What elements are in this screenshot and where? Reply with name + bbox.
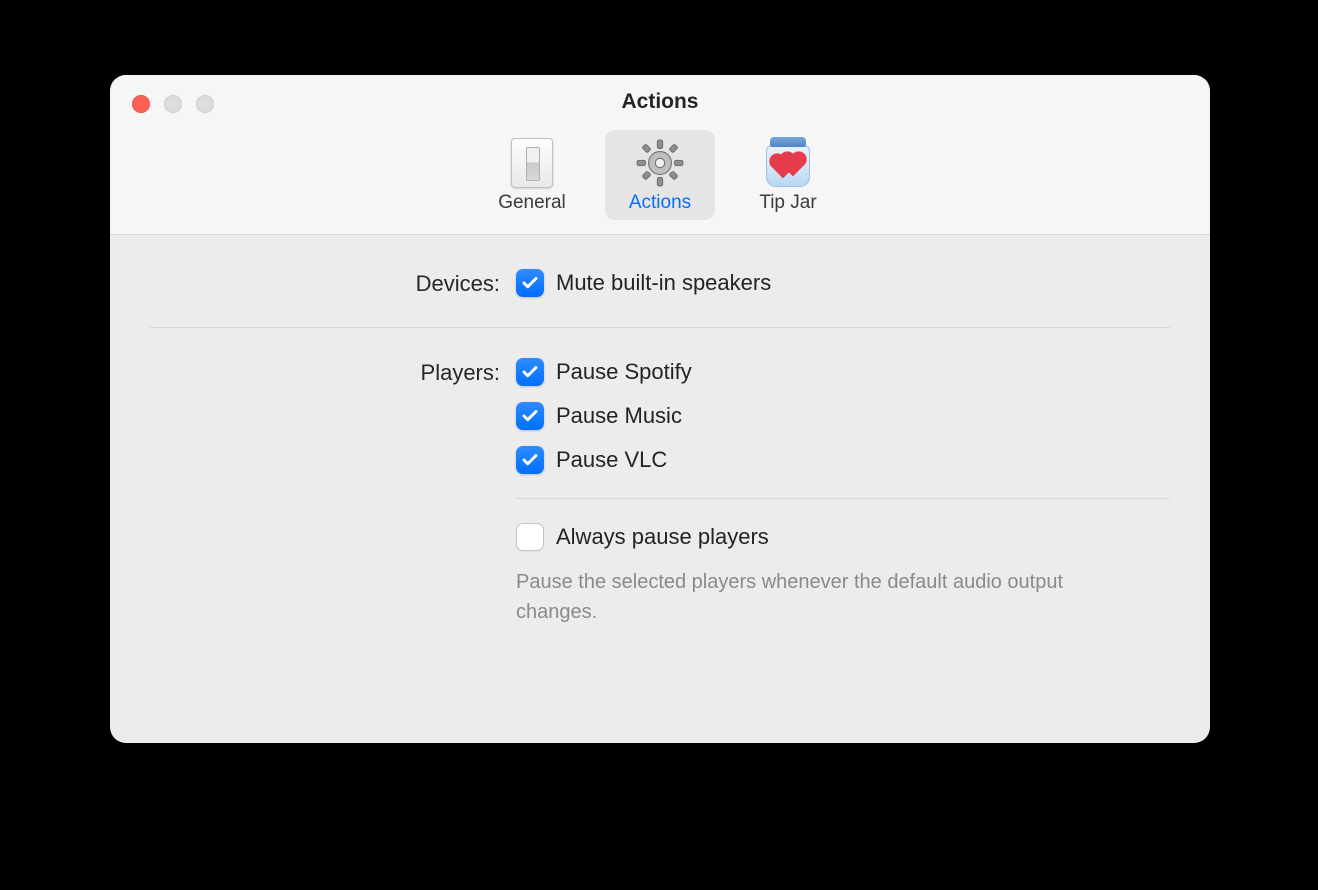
- mute-builtin-label: Mute built-in speakers: [556, 270, 771, 296]
- toolbar: General: [110, 130, 1210, 220]
- players-label: Players:: [150, 358, 500, 386]
- always-pause-help-text: Pause the selected players whenever the …: [516, 567, 1136, 627]
- tab-tip-jar-label: Tip Jar: [759, 192, 816, 214]
- switch-icon: [511, 138, 553, 188]
- pause-music-checkbox[interactable]: Pause Music: [516, 402, 1170, 430]
- checkbox-unchecked-icon: [516, 523, 544, 551]
- players-section: Players: Pause Spotify Pause Music: [110, 358, 1210, 474]
- tab-general-label: General: [498, 192, 566, 214]
- pause-spotify-label: Pause Spotify: [556, 359, 692, 385]
- titlebar: Actions General: [110, 75, 1210, 235]
- tab-actions-label: Actions: [629, 192, 691, 214]
- pause-spotify-checkbox[interactable]: Pause Spotify: [516, 358, 1170, 386]
- divider: [150, 327, 1170, 328]
- pause-music-label: Pause Music: [556, 403, 682, 429]
- content: Devices: Mute built-in speakers Players:: [110, 235, 1210, 627]
- checkbox-checked-icon: [516, 269, 544, 297]
- tab-tip-jar[interactable]: Tip Jar: [733, 130, 843, 220]
- checkbox-checked-icon: [516, 402, 544, 430]
- checkbox-checked-icon: [516, 358, 544, 386]
- pause-vlc-label: Pause VLC: [556, 447, 667, 473]
- window-title: Actions: [110, 90, 1210, 114]
- divider: [516, 498, 1170, 499]
- always-pause-players-checkbox[interactable]: Always pause players: [516, 523, 1170, 551]
- pause-vlc-checkbox[interactable]: Pause VLC: [516, 446, 1170, 474]
- devices-section: Devices: Mute built-in speakers: [110, 269, 1210, 297]
- always-pause-section: Always pause players Pause the selected …: [110, 523, 1210, 627]
- tab-actions[interactable]: Actions: [605, 130, 715, 220]
- always-pause-label: Always pause players: [556, 524, 769, 550]
- mute-builtin-speakers-checkbox[interactable]: Mute built-in speakers: [516, 269, 1170, 297]
- tab-general[interactable]: General: [477, 130, 587, 220]
- preferences-window: Actions General: [110, 75, 1210, 743]
- tip-jar-icon: [763, 137, 813, 189]
- devices-label: Devices:: [150, 269, 500, 297]
- checkbox-checked-icon: [516, 446, 544, 474]
- gear-icon: [634, 137, 686, 189]
